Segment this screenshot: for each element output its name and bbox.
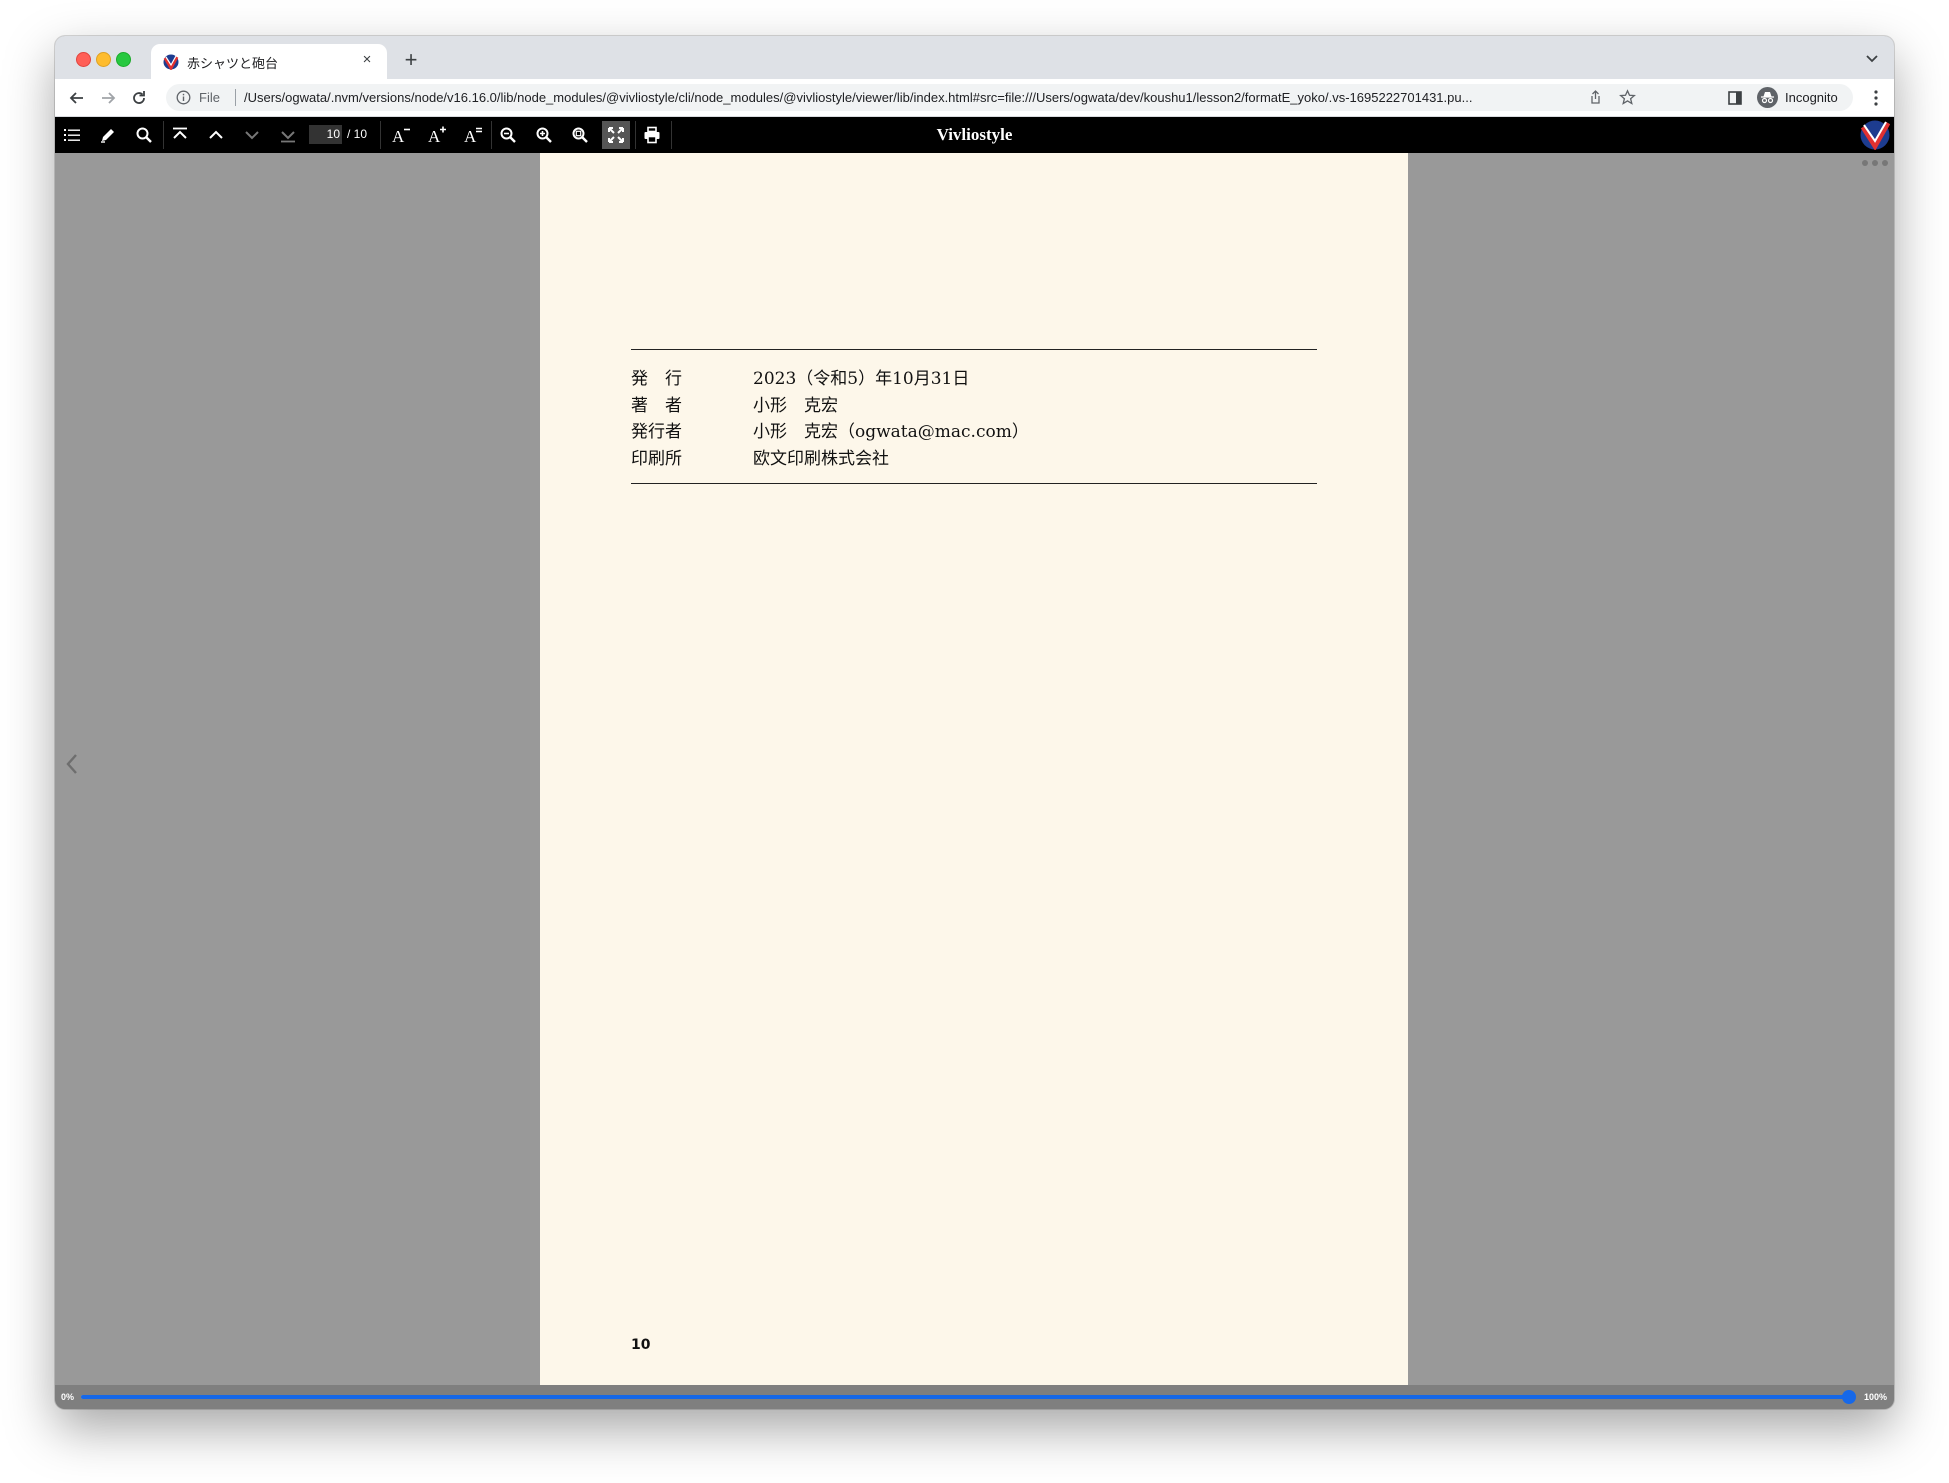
reload-icon[interactable] <box>129 88 149 108</box>
incognito-indicator[interactable]: Incognito <box>1753 84 1853 111</box>
tab-search-chevron-icon[interactable] <box>1864 50 1880 66</box>
bookmark-star-icon[interactable] <box>1619 89 1636 106</box>
viewer-title: Vivliostyle <box>936 125 1013 144</box>
colophon-row: 発行者 小形 克宏（ogwata@mac.com） <box>631 417 1317 444</box>
progress-slider-thumb[interactable] <box>1842 1390 1856 1404</box>
colophon-row: 著 者 小形 克宏 <box>631 391 1317 418</box>
colophon-value: 小形 克宏（ogwata@mac.com） <box>753 422 1029 442</box>
tab-close-icon[interactable]: × <box>357 50 377 70</box>
progress-fill <box>81 1395 1849 1399</box>
close-window-button[interactable] <box>76 52 91 67</box>
side-panel-icon[interactable] <box>1725 88 1745 108</box>
browser-menu-icon[interactable] <box>1868 88 1884 108</box>
url-scheme-label: File <box>199 90 220 105</box>
colophon-block: 発 行 2023（令和5）年10月31日 著 者 小形 克宏 発行者 小形 克宏… <box>631 349 1317 484</box>
viewer-menu-dots-icon[interactable] <box>1861 159 1889 167</box>
share-icon[interactable] <box>1587 89 1604 106</box>
new-tab-button[interactable]: + <box>399 48 423 72</box>
progress-min-label: 0% <box>61 1392 75 1402</box>
browser-window: 赤シャツと砲台 × + File /Users/ogwata/.nvm/vers… <box>55 36 1894 1409</box>
document-page: 発 行 2023（令和5）年10月31日 著 者 小形 克宏 発行者 小形 克宏… <box>540 153 1408 1385</box>
vivliostyle-favicon-icon <box>163 54 179 70</box>
colophon-label: 印刷所 <box>631 448 682 469</box>
colophon-value: 小形 克宏 <box>753 395 838 416</box>
previous-page-arrow-icon[interactable] <box>64 752 80 776</box>
colophon-label: 著 者 <box>631 395 682 416</box>
colophon-value: 2023（令和5）年10月31日 <box>753 369 970 389</box>
browser-toolbar: File /Users/ogwata/.nvm/versions/node/v1… <box>55 79 1894 117</box>
browser-tab[interactable]: 赤シャツと砲台 × <box>151 44 387 79</box>
url-text[interactable]: /Users/ogwata/.nvm/versions/node/v16.16.… <box>244 90 1586 105</box>
omnibox-divider <box>235 89 236 106</box>
vivliostyle-logo-icon[interactable] <box>1860 120 1890 150</box>
colophon-value: 欧文印刷株式会社 <box>753 448 889 469</box>
reading-progress-bar: 0% 100% <box>55 1385 1894 1409</box>
tab-strip: 赤シャツと砲台 × + <box>55 36 1894 79</box>
incognito-label: Incognito <box>1785 90 1838 105</box>
page-number: 10 <box>631 1337 651 1353</box>
colophon-row: 印刷所 欧文印刷株式会社 <box>631 444 1317 471</box>
forward-arrow-icon[interactable] <box>98 88 118 108</box>
progress-track[interactable] <box>81 1390 1856 1404</box>
tab-title: 赤シャツと砲台 <box>187 57 279 72</box>
address-bar[interactable]: File /Users/ogwata/.nvm/versions/node/v1… <box>166 84 1773 111</box>
colophon-label: 発行者 <box>631 422 682 442</box>
site-info-icon[interactable] <box>176 90 191 105</box>
minimize-window-button[interactable] <box>96 52 111 67</box>
viewer-toolbar: 10 / 10 A A A Vivliostyle <box>55 117 1894 153</box>
progress-max-label: 100% <box>1863 1392 1887 1402</box>
maximize-window-button[interactable] <box>116 52 131 67</box>
document-viewport: 発 行 2023（令和5）年10月31日 著 者 小形 克宏 発行者 小形 克宏… <box>55 153 1894 1385</box>
colophon-row: 発 行 2023（令和5）年10月31日 <box>631 364 1317 391</box>
colophon-label: 発 行 <box>631 369 682 389</box>
back-arrow-icon[interactable] <box>67 88 87 108</box>
incognito-icon <box>1757 87 1778 108</box>
